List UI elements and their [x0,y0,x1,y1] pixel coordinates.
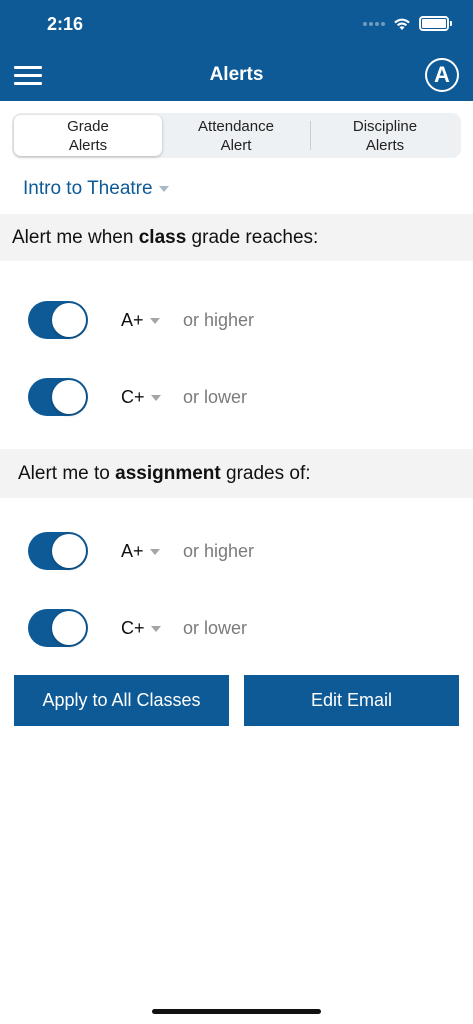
chevron-down-icon [150,394,161,401]
tab-grade-alerts[interactable]: Grade Alerts [14,115,162,156]
class-high-grade-select[interactable]: A+ [121,310,160,331]
app-header: 2:16 Alerts A [0,0,473,101]
assignment-alert-row-high: A+ or higher [0,532,473,572]
assignment-high-toggle[interactable] [28,532,88,570]
section-text-prefix: Alert me when [12,226,139,248]
tab-label-line1: Grade [67,117,109,135]
chevron-down-icon [149,317,160,324]
class-grade-section-header: Alert me when class grade reaches: [0,214,473,261]
section-text-bold: assignment [115,462,221,484]
class-alert-row-high: A+ or higher [0,301,473,341]
condition-label: or lower [183,387,248,407]
section-text-suffix: grade reaches: [186,226,319,248]
tab-attendance-alert[interactable]: Attendance Alert [162,115,310,156]
condition-label: or higher [183,541,255,561]
tab-label-line1: Attendance [198,117,274,135]
wifi-icon [394,18,410,30]
grade-value: C+ [121,618,145,638]
edit-email-button[interactable]: Edit Email [244,675,459,726]
tab-label-line2: Alerts [365,136,405,154]
page-title: Alerts [209,64,264,85]
assignment-grade-section-header: Alert me to assignment grades of: [0,449,473,498]
tab-label-line1: Discipline [352,117,418,135]
grade-value: A+ [121,310,144,330]
home-indicator [152,1009,321,1014]
section-text-bold: class [138,226,187,248]
cellular-signal-icon [363,21,385,26]
alert-type-tabs: Grade Alerts Attendance Alert Discipline Al… [12,113,461,158]
condition-label: or higher [183,310,255,330]
status-time: 2:16 [47,14,84,34]
assignment-low-toggle[interactable] [28,609,88,647]
chevron-down-icon [149,548,160,555]
class-low-grade-select[interactable]: C+ [121,387,161,408]
status-icons [363,16,452,31]
assignment-high-grade-select[interactable]: A+ [121,541,160,562]
grade-value: A+ [121,541,144,561]
grade-value: C+ [121,387,145,407]
section-text-suffix: grades of: [220,462,311,484]
class-selector[interactable]: Intro to Theatre [23,178,169,200]
class-high-toggle[interactable] [28,301,88,339]
section-text-prefix: Alert me to [18,462,116,484]
account-avatar-icon[interactable]: A [425,58,459,92]
battery-icon [419,16,452,31]
class-low-toggle[interactable] [28,378,88,416]
assignment-low-grade-select[interactable]: C+ [121,618,161,639]
chevron-down-icon [150,625,161,632]
condition-label: or lower [183,618,248,638]
class-selector-value: Intro to Theatre [23,178,153,199]
tab-label-line2: Alert [220,136,252,154]
assignment-alert-row-low: C+ or lower [0,609,473,649]
class-alert-row-low: C+ or lower [0,378,473,418]
tab-discipline-alerts[interactable]: Discipline Alerts [311,115,459,156]
chevron-down-icon [158,186,169,192]
apply-to-all-classes-button[interactable]: Apply to All Classes [14,675,229,726]
tab-label-line2: Alerts [68,136,108,154]
